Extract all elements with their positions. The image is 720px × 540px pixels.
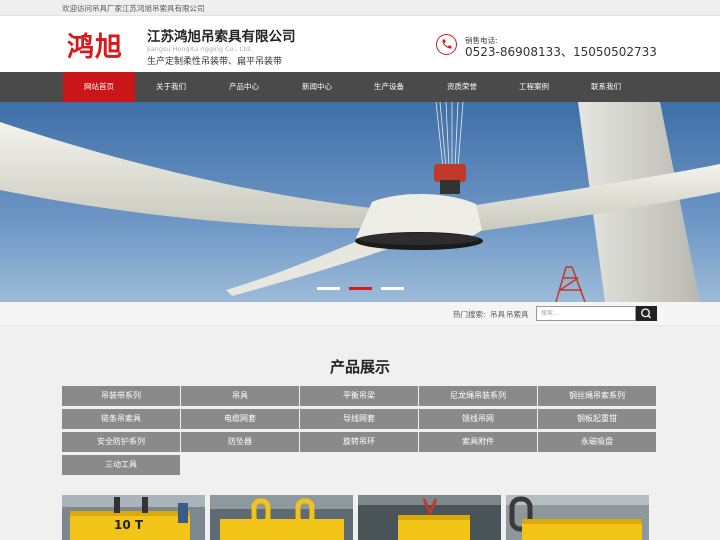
category-item[interactable]: 旋转吊环 (300, 432, 418, 452)
category-item[interactable]: 永磁吸盘 (538, 432, 656, 452)
hot-keyword-link[interactable]: 吊具 (490, 309, 505, 320)
nav-item-about[interactable]: 关于我们 (135, 72, 207, 102)
site-header: 鸿旭 江苏鸿旭吊索具有限公司 Jiangsu HongXu rigging Co… (0, 16, 720, 72)
category-item[interactable]: 链条吊索具 (62, 409, 180, 429)
svg-text:10 T: 10 T (114, 518, 144, 532)
nav-item-cases[interactable]: 工程案例 (498, 72, 570, 102)
hot-keyword-link[interactable]: 吊索具 (506, 309, 529, 320)
category-item[interactable]: 三动工具 (62, 455, 180, 475)
category-item[interactable]: 平衡吊梁 (300, 386, 418, 406)
product-thumbnail[interactable]: 10 T (62, 495, 205, 540)
category-item[interactable]: 吊具 (181, 386, 299, 406)
product-thumbnail[interactable] (506, 495, 649, 540)
search-bar: 热门搜索: 吊具 吊索具 搜索... (0, 302, 720, 326)
banner-dot-2[interactable] (349, 287, 372, 290)
company-name: 江苏鸿旭吊索具有限公司 (147, 29, 296, 45)
category-item[interactable]: 索具附件 (419, 432, 537, 452)
product-image-lifting-clamp (358, 495, 501, 540)
product-image-yellow-spreader: 10 T (62, 495, 205, 540)
product-image-c-hook-yellow (506, 495, 649, 540)
category-item[interactable]: 导线网套 (300, 409, 418, 429)
search-icon (641, 308, 652, 319)
category-item[interactable]: 馈线吊网 (419, 409, 537, 429)
category-item[interactable]: 安全防护系列 (62, 432, 180, 452)
category-item[interactable]: 钢丝绳吊索系列 (538, 386, 656, 406)
banner-dot-3[interactable] (381, 287, 404, 290)
phone-icon (436, 34, 457, 55)
category-item[interactable]: 钢板起重钳 (538, 409, 656, 429)
company-slogan: 生产定制柔性吊装带、扁平吊装带 (147, 57, 283, 67)
nav-item-honors[interactable]: 资质荣誉 (426, 72, 498, 102)
search-input[interactable]: 搜索... (536, 306, 636, 321)
product-image-c-hook (210, 495, 353, 540)
phone-number[interactable]: 0523-86908133、15050502733 (465, 43, 657, 60)
hot-search-label: 热门搜索: (453, 310, 486, 319)
main-nav: 网站首页 关于我们 产品中心 新闻中心 生产设备 资质荣誉 工程案例 联系我们 (0, 72, 720, 102)
nav-item-products[interactable]: 产品中心 (208, 72, 280, 102)
nav-item-home[interactable]: 网站首页 (63, 72, 135, 102)
product-thumbnail[interactable] (358, 495, 501, 540)
company-english-name: Jiangsu HongXu rigging Co., Ltd. (147, 45, 253, 53)
search-button[interactable] (636, 306, 657, 321)
top-welcome-bar: 欢迎访问吊具厂家江苏鸿旭吊索具有限公司 (0, 0, 720, 16)
site-logo[interactable]: 鸿旭 (67, 25, 123, 64)
hero-banner[interactable] (0, 102, 720, 302)
banner-image (0, 102, 720, 302)
nav-item-equipment[interactable]: 生产设备 (353, 72, 425, 102)
category-item[interactable]: 吊装带系列 (62, 386, 180, 406)
category-item[interactable]: 电缆网套 (181, 409, 299, 429)
nav-item-contact[interactable]: 联系我们 (570, 72, 642, 102)
product-thumbnail[interactable] (210, 495, 353, 540)
banner-pagination (0, 287, 720, 291)
nav-item-news[interactable]: 新闻中心 (281, 72, 353, 102)
category-item[interactable]: 防坠器 (181, 432, 299, 452)
welcome-text: 欢迎访问吊具厂家江苏鸿旭吊索具有限公司 (62, 4, 205, 13)
banner-dot-1[interactable] (317, 287, 340, 290)
category-item[interactable]: 尼龙绳吊装系列 (419, 386, 537, 406)
products-title: 产品展示 (329, 358, 390, 376)
